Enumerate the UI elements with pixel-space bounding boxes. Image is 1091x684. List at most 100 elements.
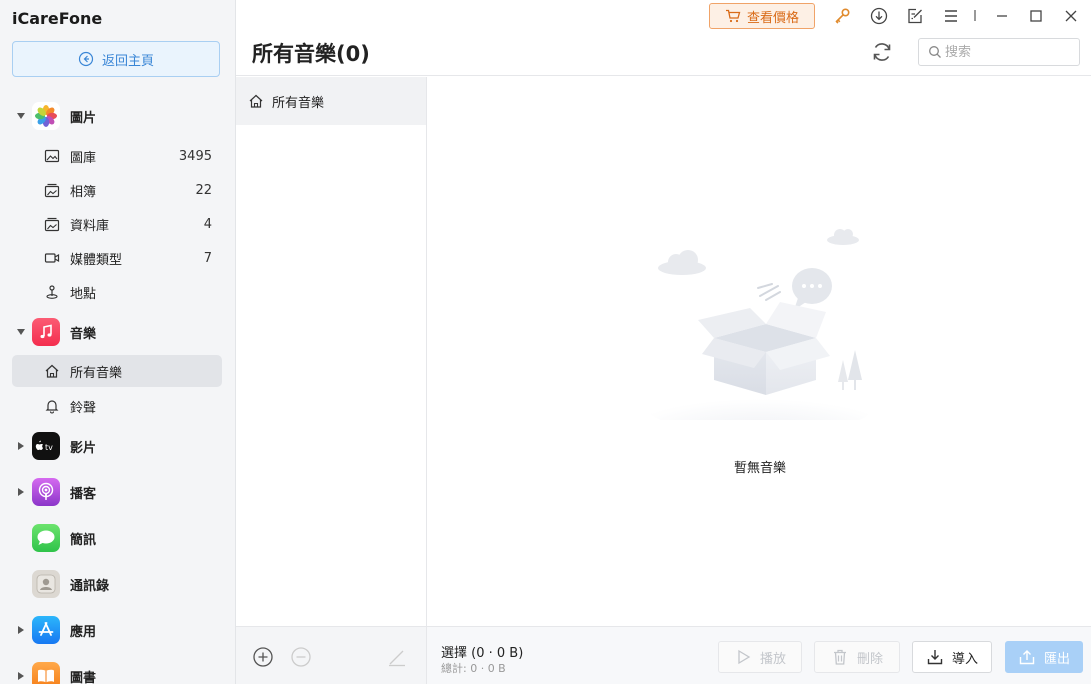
category-messages[interactable]: 簡訊 [0,521,236,555]
expand-right-icon[interactable] [16,625,26,635]
footer-bar: 選擇 (0 · 0 B) 總計: 0 · 0 B 播放 刪除 導入 匯出 [236,626,1091,684]
play-icon [738,649,751,665]
sidebar-item-label: 圖庫 [70,150,97,166]
page-title: 所有音樂(0) [252,42,370,66]
expand-down-icon[interactable] [16,327,26,337]
search-icon [929,46,941,58]
play-button[interactable]: 播放 [718,641,802,673]
category-label: 通訊錄 [70,578,110,594]
delete-button[interactable]: 刪除 [814,641,900,673]
svg-text:tv: tv [45,443,53,452]
feedback-icon[interactable] [905,6,925,26]
podcasts-app-icon [32,478,60,506]
download-circle-icon[interactable] [869,6,889,26]
selection-summary: 選擇 (0 · 0 B) [441,646,524,661]
album-icon [44,183,60,198]
location-pin-icon [46,285,58,299]
photos-app-icon [32,102,60,130]
delete-label: 刪除 [856,651,883,667]
category-label: 簡訊 [70,532,97,548]
category-videos[interactable]: tv 影片 [0,429,236,463]
list-actions [236,627,427,684]
edit-pencil-icon[interactable] [386,646,408,668]
category-music[interactable]: 音樂 [0,315,236,349]
messages-app-icon [32,524,60,552]
sidebar-item-media-types[interactable]: 媒體類型 7 [12,242,222,274]
category-apps[interactable]: 應用 [0,613,236,647]
category-label: 圖書 [70,670,97,684]
import-icon [927,650,943,665]
expand-right-icon[interactable] [16,671,26,681]
back-home-label: 返回主頁 [101,53,154,69]
expand-right-icon[interactable] [16,487,26,497]
sidebar-item-albums[interactable]: 相簿 22 [12,174,222,206]
sidebar-item-label: 資料庫 [70,218,110,234]
view-price-button[interactable]: 查看價格 [709,3,815,29]
category-books[interactable]: 圖書 [0,659,236,684]
sidebar-item-label: 相簿 [70,184,97,200]
app-store-icon [32,616,60,644]
library-icon [44,217,60,232]
expand-down-icon[interactable] [16,111,26,121]
view-price-label: 查看價格 [746,10,799,26]
contacts-app-icon [32,570,60,598]
item-count: 22 [195,182,212,198]
category-label: 影片 [70,440,97,456]
category-podcasts[interactable]: 播客 [0,475,236,509]
sidebar-item-label: 所有音樂 [70,365,123,381]
category-photos[interactable]: 圖片 [0,99,236,133]
category-label: 播客 [70,486,97,502]
search-box[interactable] [918,38,1080,66]
add-circle-icon[interactable] [252,646,274,668]
tv-app-icon: tv [32,432,60,460]
category-label: 應用 [70,624,97,640]
sidebar-item-label: 地點 [70,286,97,302]
remove-circle-icon[interactable] [290,646,312,668]
export-label: 匯出 [1043,651,1070,667]
header: 所有音樂(0) 查看價格 [236,0,1091,76]
sidebar-item-gallery[interactable]: 圖庫 3495 [12,140,222,172]
maximize-icon[interactable] [1026,6,1046,26]
item-count: 4 [203,216,212,232]
close-icon[interactable] [1061,6,1081,26]
empty-box-illustration [645,229,875,420]
app-title: iCareFone [12,9,103,28]
menu-icon[interactable] [941,6,961,26]
refresh-icon[interactable] [870,40,894,64]
minimize-icon[interactable] [992,6,1012,26]
import-button[interactable]: 導入 [912,641,992,673]
home-icon [45,364,59,378]
home-icon [249,94,263,108]
import-label: 導入 [951,651,978,667]
list-item-all-music[interactable]: 所有音樂 [236,77,426,125]
export-button[interactable]: 匯出 [1005,641,1083,673]
list-item-label: 所有音樂 [272,95,325,111]
video-camera-icon [44,253,60,263]
music-list-panel: 所有音樂 [236,77,427,626]
divider [974,10,976,21]
back-arrow-circle-icon [78,51,94,67]
music-app-icon [32,318,60,346]
expand-right-icon[interactable] [16,441,26,451]
sidebar: iCareFone 返回主頁 圖片 圖庫 3495 相簿 22 資料庫 4 媒體… [0,0,236,684]
sidebar-item-label: 媒體類型 [70,252,123,268]
image-icon [44,149,60,163]
item-count: 7 [203,250,212,266]
sidebar-item-all-music[interactable]: 所有音樂 [12,355,222,387]
books-app-icon [32,662,60,684]
empty-state-text: 暫無音樂 [733,461,786,476]
back-home-button[interactable]: 返回主頁 [12,41,220,77]
category-label: 音樂 [70,326,97,342]
sidebar-item-library[interactable]: 資料庫 4 [12,208,222,240]
category-contacts[interactable]: 通訊錄 [0,567,236,601]
sidebar-item-label: 鈴聲 [70,400,97,416]
search-input[interactable] [945,43,1075,61]
key-icon[interactable] [832,6,852,26]
sidebar-item-ringtones[interactable]: 鈴聲 [12,390,222,422]
cart-icon [725,9,741,23]
bell-icon [45,400,59,414]
trash-icon [833,649,846,665]
sidebar-item-places[interactable]: 地點 [12,276,222,308]
total-summary: 總計: 0 · 0 B [441,662,506,675]
play-label: 播放 [759,651,786,667]
